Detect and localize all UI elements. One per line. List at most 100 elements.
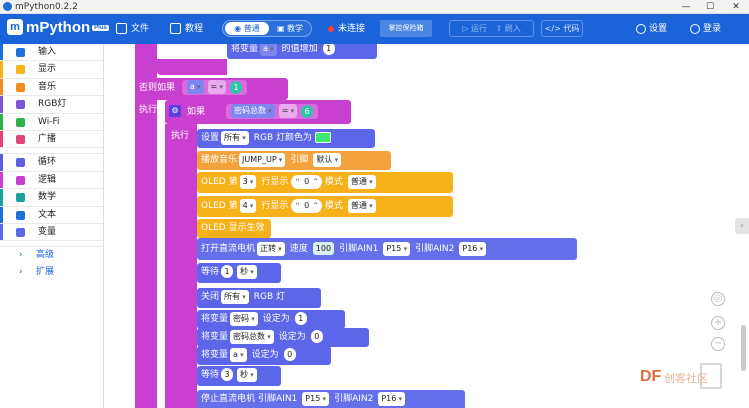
change-var-block[interactable]: 将变量a的值增加1 — [227, 44, 377, 59]
set-var-block[interactable]: 将变量密码总数设定为0 — [197, 328, 369, 347]
var-dropdown[interactable]: a — [186, 80, 204, 94]
number-input[interactable]: 1 — [294, 312, 307, 325]
sidebar-item[interactable]: 逻辑 — [0, 171, 103, 190]
line-dropdown[interactable]: 3 — [239, 174, 257, 189]
unit-dropdown[interactable]: 秒 — [237, 367, 257, 382]
user-icon — [690, 23, 700, 34]
code-button[interactable]: </> 代码 — [541, 20, 583, 37]
compare-block[interactable]: a= 1 — [181, 80, 247, 95]
zoom-out-icon[interactable]: − — [711, 337, 725, 351]
number-input[interactable]: 3 — [221, 368, 234, 381]
var-dropdown[interactable]: 密码总数 — [231, 104, 275, 118]
oled-line-block[interactable]: OLED 第4行显示“ 0 ”模式普通 — [197, 196, 453, 217]
sidebar-item-label: 文本 — [38, 209, 57, 220]
set-var-block[interactable]: 将变量密码设定为1 — [197, 310, 345, 329]
block-workspace[interactable]: 将变量a的值增加1 否则如果 a=1 执行 ⚙ 如果 密码总数=6 执行 设置所… — [105, 44, 749, 408]
pin-dropdown[interactable]: P16 — [378, 391, 406, 406]
text-input[interactable]: “ 0 ” — [291, 174, 322, 189]
mode-dropdown[interactable]: 普通 — [347, 174, 376, 189]
dc-motor-stop-block[interactable]: 停止直流电机引脚AIN1P15引脚AIN2P16 — [197, 390, 465, 408]
sidebar-item[interactable]: Wi-Fi — [0, 113, 103, 131]
sidebar-item-advanced[interactable]: › 高级 — [0, 247, 103, 264]
maximize-icon[interactable]: ☐ — [700, 0, 720, 14]
compare-block[interactable]: 密码总数=6 — [226, 104, 319, 119]
pin-dropdown[interactable]: P15 — [302, 391, 330, 406]
line-dropdown[interactable]: 4 — [239, 198, 257, 213]
direction-dropdown[interactable]: 正转 — [257, 241, 285, 256]
watermark-text: 创客社区 — [664, 372, 708, 385]
sidebar-item[interactable]: 输入 — [0, 44, 103, 62]
sidebar-item-extensions[interactable]: › 扩展 — [0, 264, 103, 281]
mode-switch[interactable]: ◉ 普通 ▣ 教学 — [222, 20, 312, 37]
mode-teach-tab[interactable]: ▣ 教学 — [269, 22, 311, 35]
sidebar-item-label: 显示 — [38, 64, 57, 75]
number-input[interactable]: 6 — [301, 104, 314, 118]
settings-button[interactable]: 设置 — [636, 22, 667, 36]
sidebar-item[interactable]: 广播 — [0, 130, 103, 149]
music-dropdown[interactable]: JUMP_UP — [239, 152, 286, 167]
sidebar-item[interactable]: 音乐 — [0, 78, 103, 97]
category-icon — [16, 117, 25, 127]
sidebar-item[interactable]: 数学 — [0, 189, 103, 207]
category-color-strip — [0, 154, 3, 171]
else-if-block[interactable]: 否则如果 a=1 — [135, 78, 288, 100]
recenter-icon[interactable]: ◎ — [711, 292, 725, 306]
oled-line-block[interactable]: OLED 第3行显示“ 0 ”模式普通 — [197, 172, 453, 193]
gear-icon[interactable]: ⚙ — [169, 105, 181, 117]
tutorial-button[interactable]: 教程 — [170, 22, 203, 36]
mode-normal-tab[interactable]: ◉ 普通 — [225, 22, 269, 35]
run-flash-group: ▷ 运行 ⇪ 刷入 — [449, 20, 534, 37]
unit-dropdown[interactable]: 秒 — [237, 264, 257, 279]
sidebar-item[interactable]: RGB灯 — [0, 96, 103, 114]
rgb-off-block[interactable]: 关闭所有RGB 灯 — [197, 288, 321, 308]
file-select[interactable]: 掌控保险箱 — [380, 20, 432, 37]
number-input[interactable]: 0 — [283, 348, 296, 361]
led-dropdown[interactable]: 所有 — [221, 289, 249, 304]
pin-dropdown[interactable]: P15 — [383, 241, 411, 256]
sidebar-item[interactable]: 文本 — [0, 206, 103, 224]
minimize-icon[interactable]: — — [676, 0, 696, 14]
led-dropdown[interactable]: 所有 — [221, 130, 249, 145]
number-input[interactable]: 1 — [230, 80, 242, 94]
var-dropdown[interactable]: 密码总数 — [230, 329, 274, 344]
sidebar-item[interactable]: 循环 — [0, 154, 103, 172]
nested-if-block[interactable]: ⚙ 如果 密码总数=6 — [165, 100, 351, 124]
wait-block[interactable]: 等待 1 秒 — [197, 263, 281, 283]
pin-dropdown[interactable]: P16 — [459, 241, 487, 256]
sidebar-item[interactable]: 变量 — [0, 223, 103, 242]
var-dropdown[interactable]: 密码 — [230, 311, 258, 326]
color-swatch[interactable] — [315, 132, 332, 143]
wait-block[interactable]: 等待 3 秒 — [197, 366, 281, 386]
var-dropdown[interactable]: a — [260, 44, 277, 56]
category-color-strip — [0, 113, 3, 130]
number-input[interactable]: 0 — [310, 330, 323, 343]
number-input[interactable]: 1 — [322, 44, 335, 55]
text-input[interactable]: “ 0 ” — [291, 198, 322, 213]
sidebar-item-label: 输入 — [38, 47, 57, 57]
mode-dropdown[interactable]: 普通 — [347, 198, 376, 213]
connection-status[interactable]: 未连接 — [328, 22, 365, 36]
workspace-scrollbar[interactable] — [741, 325, 746, 371]
zoom-in-icon[interactable]: + — [711, 316, 725, 330]
number-input[interactable]: 1 — [221, 265, 234, 278]
var-dropdown[interactable]: a — [230, 347, 247, 362]
sidebar-item[interactable]: 显示 — [0, 61, 103, 79]
close-icon[interactable]: ✕ — [726, 0, 746, 14]
dc-motor-open-block[interactable]: 打开直流电机正转速度100引脚AIN1P15引脚AIN2P16 — [197, 238, 577, 260]
top-toolbar: m mPython Plus 文件 教程 ◉ 普通 ▣ 教学 未连接 掌控保险箱 ▷… — [0, 14, 749, 44]
file-menu-button[interactable]: 文件 — [116, 22, 149, 36]
toolbox-collapse-tab[interactable]: ‹ — [735, 218, 749, 234]
run-button[interactable]: ▷ 运行 — [462, 24, 487, 33]
login-button[interactable]: 登录 — [690, 22, 721, 36]
pin-dropdown[interactable]: 默认 — [313, 152, 342, 167]
operator-dropdown[interactable]: = — [278, 104, 298, 118]
play-music-block[interactable]: 播放音乐JUMP_UP引脚默认 — [197, 151, 391, 170]
speed-input[interactable]: 100 — [312, 242, 335, 255]
flash-button[interactable]: ⇪ 刷入 — [496, 24, 521, 33]
rgb-set-block[interactable]: 设置所有RGB 灯颜色为 — [197, 129, 375, 148]
tutorial-label: 教程 — [185, 24, 204, 34]
gear-icon — [636, 23, 646, 34]
operator-dropdown[interactable]: = — [207, 80, 226, 94]
set-var-block[interactable]: 将变量a设定为0 — [197, 346, 331, 365]
oled-show-block[interactable]: OLED 显示生效 — [197, 219, 271, 238]
